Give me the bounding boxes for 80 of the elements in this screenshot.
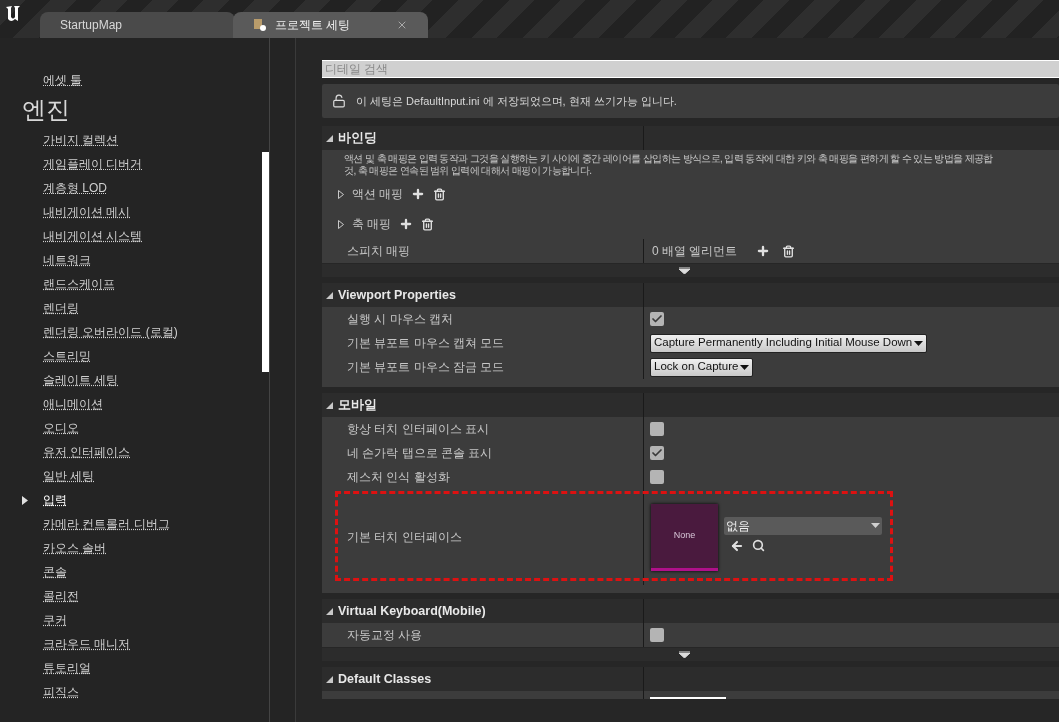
category-link[interactable]: 쿠커 bbox=[43, 611, 67, 629]
description-text: 액션 및 축 매핑은 입력 동작과 그것을 실행하는 키 사이에 중간 레이어를 삽입하는 방식으로, 입력 동작에 대한 키와 축 매핑을 편하게 할 수 있는 방법을 제공합 bbox=[344, 153, 993, 165]
scrollbar-thumb[interactable] bbox=[262, 152, 269, 372]
delete-button[interactable] bbox=[421, 217, 435, 231]
property-label: 실행 시 마우스 캡처 bbox=[322, 307, 644, 331]
property-label: 제스처 인식 활성화 bbox=[322, 465, 644, 489]
expand-arrow[interactable] bbox=[338, 219, 344, 229]
category-link[interactable]: 가비지 컬렉션 bbox=[43, 131, 119, 149]
category-link[interactable]: 계층형 LOD bbox=[43, 179, 107, 197]
category-title[interactable]: 바인딩 bbox=[338, 128, 377, 148]
expand-more-icon[interactable] bbox=[679, 267, 690, 274]
category-link[interactable]: 게임플레이 디버거 bbox=[43, 155, 143, 173]
add-button[interactable] bbox=[756, 244, 770, 258]
category-link[interactable]: 애니메이션 bbox=[43, 395, 103, 413]
category-link[interactable]: 카메라 컨트롤러 디버그 bbox=[43, 515, 170, 533]
tab[interactable]: 프로젝트 세팅 bbox=[233, 12, 428, 38]
search-field[interactable]: 디테일 검색 bbox=[322, 60, 1059, 78]
category-title[interactable]: Default Classes bbox=[338, 669, 432, 689]
category-link[interactable]: 스트리밍 bbox=[43, 347, 91, 365]
collapse-arrow[interactable] bbox=[326, 134, 333, 142]
collapse-arrow[interactable] bbox=[326, 291, 333, 299]
category-link[interactable]: 내비게이션 시스템 bbox=[43, 227, 143, 245]
collapse-arrow[interactable] bbox=[326, 675, 333, 683]
category-link[interactable]: 에셋 툴 bbox=[43, 68, 83, 92]
use-selected-arrow-icon[interactable] bbox=[730, 538, 744, 553]
caret-icon bbox=[914, 340, 924, 346]
category-link[interactable]: 랜드스케이프 bbox=[43, 275, 115, 293]
checkbox[interactable] bbox=[650, 628, 664, 642]
asset-thumbnail[interactable]: None bbox=[651, 503, 718, 571]
group-label: 축 매핑 bbox=[352, 216, 392, 233]
delete-button[interactable] bbox=[782, 244, 795, 258]
category-link[interactable]: 튜토리얼 bbox=[43, 659, 91, 677]
category-link[interactable]: 콘솔 bbox=[43, 563, 67, 581]
checkbox[interactable] bbox=[650, 446, 664, 460]
category-link[interactable]: 유저 인터페이스 bbox=[43, 443, 131, 461]
category-title[interactable]: 모바일 bbox=[338, 395, 377, 415]
category-link[interactable]: 피직스 bbox=[43, 683, 79, 701]
expand-arrow[interactable] bbox=[338, 189, 344, 199]
category-link[interactable]: 크라우드 매니저 bbox=[43, 635, 131, 653]
property-label: 기본 뷰포트 마우스 캡쳐 모드 bbox=[322, 331, 644, 355]
collapse-arrow[interactable] bbox=[326, 401, 333, 409]
caret-icon bbox=[740, 364, 750, 370]
caret-icon bbox=[871, 523, 880, 528]
category-link[interactable]: 입력 bbox=[43, 491, 67, 509]
category-title[interactable]: Viewport Properties bbox=[338, 285, 456, 305]
collapse-arrow[interactable] bbox=[326, 607, 333, 615]
category-link[interactable]: 카오스 솔버 bbox=[43, 539, 107, 557]
tab[interactable]: StartupMap bbox=[40, 12, 235, 38]
category-link[interactable]: 내비게이션 메시 bbox=[43, 203, 131, 221]
category-link[interactable]: 일반 세팅 bbox=[43, 467, 95, 485]
property-label: 네 손가락 탭으로 콘솔 표시 bbox=[322, 441, 644, 465]
property-label: 항상 터치 인터페이스 표시 bbox=[322, 417, 644, 441]
dropdown[interactable]: Lock on Capture bbox=[650, 357, 754, 377]
add-button[interactable] bbox=[411, 187, 426, 201]
category-link[interactable]: 네트워크 bbox=[43, 251, 91, 269]
info-text: 이 세팅은 DefaultInput.ini 에 저장되었으며, 현재 쓰기가능 입니다. bbox=[356, 93, 677, 109]
checkbox[interactable] bbox=[650, 470, 664, 484]
checkbox[interactable] bbox=[650, 422, 664, 436]
checkbox[interactable] bbox=[650, 312, 664, 326]
dropdown[interactable]: Capture Permanently Including Initial Mouse Down bbox=[650, 333, 928, 353]
section-title: 엔진 bbox=[22, 95, 71, 125]
category-link[interactable]: 오디오 bbox=[43, 419, 79, 437]
property-label: 기본 터치 인터페이스 bbox=[322, 489, 644, 585]
property-label: 기본 뷰포트 마우스 잠금 모드 bbox=[322, 355, 644, 379]
group-label: 액션 매핑 bbox=[352, 186, 404, 203]
category-link[interactable]: 렌더링 오버라이드 (로컬) bbox=[43, 323, 178, 341]
array-count: 0 배열 엘리먼트 bbox=[651, 243, 739, 260]
selected-arrow-icon bbox=[22, 495, 28, 505]
asset-dropdown[interactable]: 없음 bbox=[724, 516, 882, 535]
category-link[interactable]: 렌더링 bbox=[43, 299, 79, 317]
delete-button[interactable] bbox=[433, 187, 447, 201]
category-link[interactable]: 슬레이트 세팅 bbox=[43, 371, 119, 389]
category-title[interactable]: Virtual Keyboard(Mobile) bbox=[338, 601, 486, 621]
expand-more-icon[interactable] bbox=[679, 651, 690, 658]
category-link[interactable]: 콜리전 bbox=[43, 587, 79, 605]
description-text: 것, 축 매핑은 연속된 범위 입력에 대해서 매핑이 가능합니다. bbox=[344, 165, 592, 177]
unlock-icon bbox=[332, 94, 346, 108]
search-icon[interactable] bbox=[752, 539, 765, 552]
add-button[interactable] bbox=[399, 217, 414, 231]
close-icon[interactable] bbox=[396, 19, 408, 31]
